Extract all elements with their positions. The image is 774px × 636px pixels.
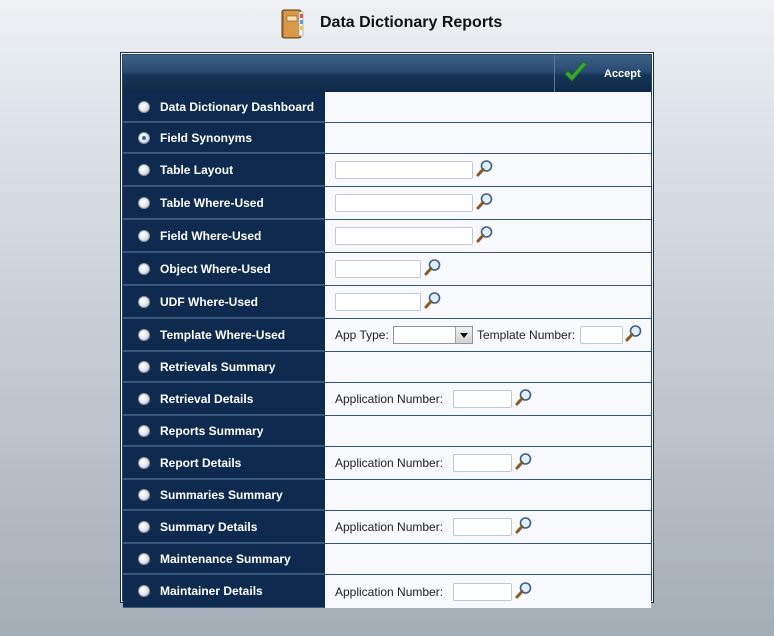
radio-data-dictionary-dashboard[interactable] <box>138 100 150 113</box>
radio-maintenance-summary[interactable] <box>138 552 150 565</box>
search-icon[interactable] <box>515 516 533 534</box>
report-row-retrievals-summary: Retrievals Summary <box>123 352 651 383</box>
summary-application-number-input[interactable] <box>453 518 512 536</box>
app-type-label: App Type: <box>335 328 389 342</box>
report-label: UDF Where-Used <box>160 294 259 309</box>
table-where-used-input[interactable] <box>335 194 473 212</box>
book-icon <box>281 9 304 39</box>
search-icon[interactable] <box>476 192 494 210</box>
report-label: Retrievals Summary <box>160 359 276 374</box>
report-label: Summary Details <box>160 519 258 534</box>
report-label: Field Where-Used <box>160 228 262 243</box>
maintainer-application-number-input[interactable] <box>453 582 512 601</box>
application-number-label: Application Number: <box>335 584 444 599</box>
report-row-reports-summary: Reports Summary <box>123 416 651 447</box>
report-row-template-where-used: Template Where-Used App Type: Template N… <box>123 319 651 352</box>
template-number-input[interactable] <box>580 326 623 344</box>
template-number-label: Template Number: <box>477 328 576 342</box>
radio-summaries-summary[interactable] <box>138 488 150 501</box>
report-label: Report Details <box>160 455 242 470</box>
page-header: Data Dictionary Reports <box>0 0 774 50</box>
search-icon[interactable] <box>424 291 442 309</box>
report-label: Template Where-Used <box>160 327 286 342</box>
report-label: Table Where-Used <box>160 195 264 210</box>
radio-retrieval-details[interactable] <box>138 392 150 405</box>
panel-toolbar: Accept <box>123 55 651 92</box>
report-label: Reports Summary <box>160 423 264 438</box>
report-row-field-where-used: Field Where-Used <box>123 220 651 253</box>
radio-object-where-used[interactable] <box>138 262 150 275</box>
radio-field-where-used[interactable] <box>138 229 150 242</box>
report-row-maintainer-details: Maintainer Details Application Number: <box>123 575 651 608</box>
report-row-udf-where-used: UDF Where-Used <box>123 286 651 319</box>
radio-reports-summary[interactable] <box>138 424 150 437</box>
report-row-table-layout: Table Layout <box>123 154 651 187</box>
report-label: Data Dictionary Dashboard <box>160 99 315 114</box>
radio-retrievals-summary[interactable] <box>138 360 150 373</box>
report-label: Summaries Summary <box>160 487 283 502</box>
report-row-data-dictionary-dashboard: Data Dictionary Dashboard <box>123 92 651 123</box>
search-icon[interactable] <box>476 159 494 177</box>
table-layout-input[interactable] <box>335 161 473 179</box>
radio-report-details[interactable] <box>138 456 150 469</box>
report-application-number-input[interactable] <box>453 454 512 472</box>
search-icon[interactable] <box>625 324 643 342</box>
report-label: Maintainer Details <box>160 584 263 598</box>
report-row-table-where-used: Table Where-Used <box>123 187 651 220</box>
search-icon[interactable] <box>515 388 533 406</box>
accept-label: Accept <box>604 68 641 80</box>
report-row-field-synonyms: Field Synonyms <box>123 123 651 154</box>
report-panel: Accept Data Dictionary Dashboard Field S… <box>120 52 654 608</box>
application-number-label: Application Number: <box>335 392 444 406</box>
radio-field-synonyms[interactable] <box>138 131 150 144</box>
radio-summary-details[interactable] <box>138 520 150 533</box>
report-list: Data Dictionary Dashboard Field Synonyms… <box>123 92 651 608</box>
search-icon[interactable] <box>476 225 494 243</box>
report-row-summary-details: Summary Details Application Number: <box>123 511 651 544</box>
radio-udf-where-used[interactable] <box>138 295 150 308</box>
radio-table-where-used[interactable] <box>138 196 150 209</box>
udf-where-used-input[interactable] <box>335 293 421 311</box>
retrieval-application-number-input[interactable] <box>453 390 512 408</box>
report-row-object-where-used: Object Where-Used <box>123 253 651 286</box>
chevron-down-icon[interactable] <box>455 327 472 343</box>
radio-maintainer-details[interactable] <box>138 585 150 597</box>
object-where-used-input[interactable] <box>335 260 421 278</box>
search-icon[interactable] <box>424 258 442 276</box>
search-icon[interactable] <box>515 581 533 599</box>
field-where-used-input[interactable] <box>335 227 473 245</box>
accept-button[interactable]: Accept <box>554 55 651 92</box>
application-number-label: Application Number: <box>335 456 444 470</box>
check-icon <box>564 61 588 82</box>
report-label: Field Synonyms <box>160 130 253 145</box>
radio-template-where-used[interactable] <box>138 328 150 341</box>
page-title: Data Dictionary Reports <box>320 14 503 31</box>
search-icon[interactable] <box>515 452 533 470</box>
report-row-retrieval-details: Retrieval Details Application Number: <box>123 383 651 416</box>
report-label: Object Where-Used <box>160 261 271 276</box>
application-number-label: Application Number: <box>335 520 444 534</box>
report-label: Maintenance Summary <box>160 551 291 566</box>
radio-table-layout[interactable] <box>138 163 150 176</box>
report-row-report-details: Report Details Application Number: <box>123 447 651 480</box>
app-type-select[interactable] <box>393 326 473 344</box>
report-row-summaries-summary: Summaries Summary <box>123 480 651 511</box>
report-row-maintenance-summary: Maintenance Summary <box>123 544 651 575</box>
report-label: Table Layout <box>160 162 234 177</box>
report-label: Retrieval Details <box>160 391 254 406</box>
